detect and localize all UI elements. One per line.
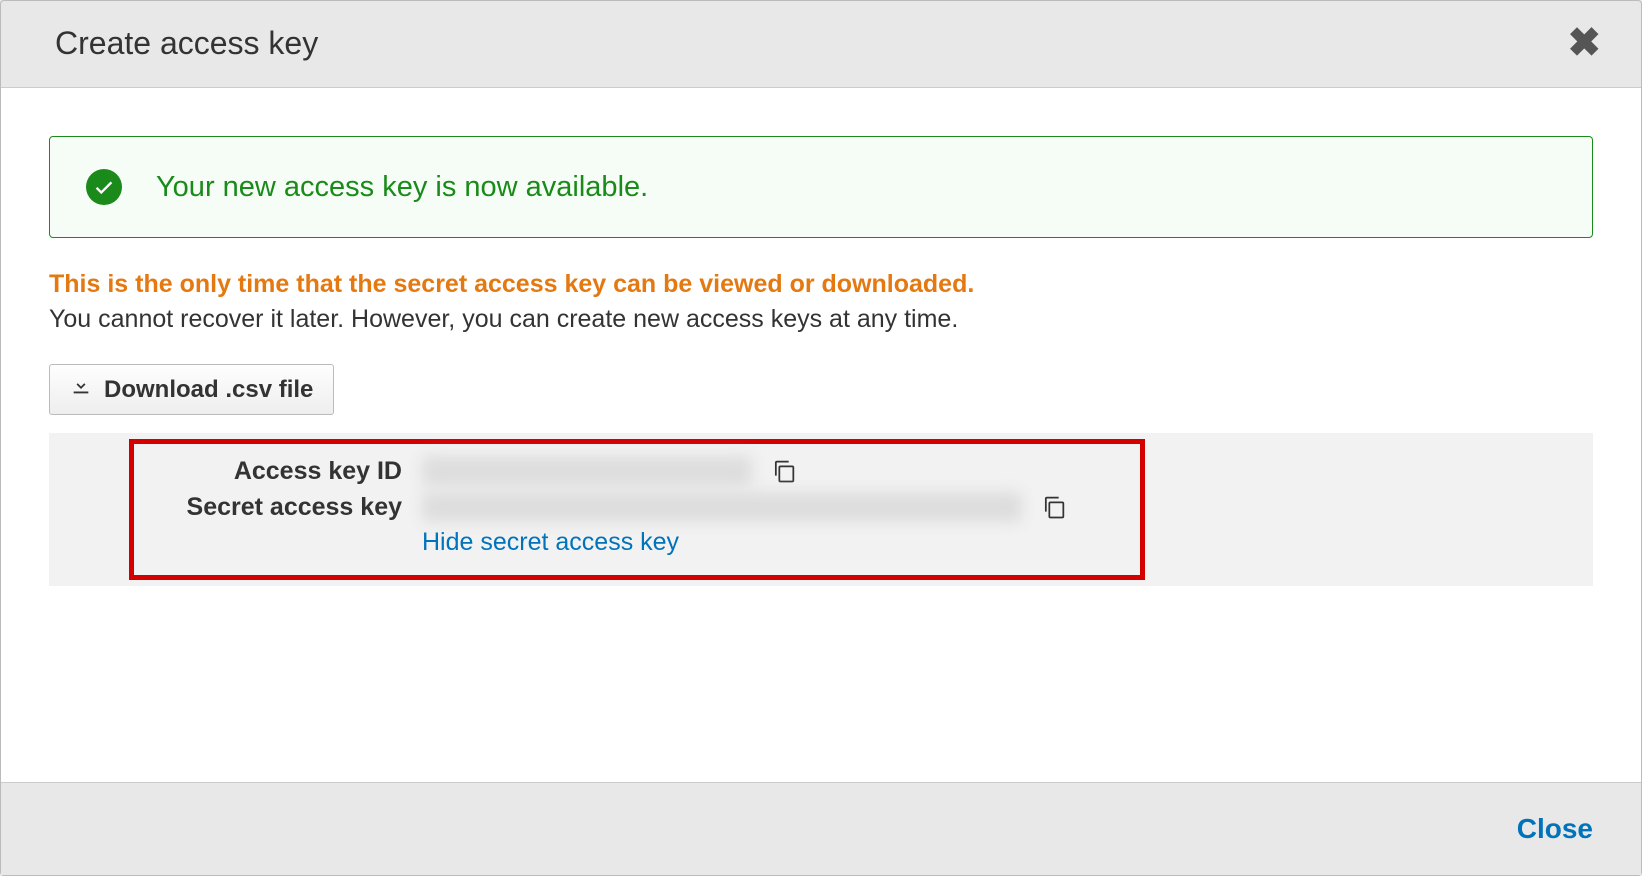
- close-icon[interactable]: ✖: [1557, 23, 1611, 63]
- secret-access-key-value-area: [422, 492, 1068, 522]
- secret-access-key-value-blurred: [422, 492, 1022, 522]
- hide-secret-access-key-link[interactable]: Hide secret access key: [422, 528, 1110, 557]
- create-access-key-modal: Create access key ✖ Your new access key …: [0, 0, 1642, 876]
- modal-body: Your new access key is now available. Th…: [1, 88, 1641, 782]
- modal-footer: Close: [1, 782, 1641, 875]
- highlighted-keys-box: Access key ID Secret access key: [129, 439, 1145, 580]
- modal-header: Create access key ✖: [1, 1, 1641, 88]
- download-csv-button[interactable]: Download .csv file: [49, 364, 334, 415]
- info-text: You cannot recover it later. However, yo…: [49, 305, 1593, 334]
- copy-access-key-id-icon[interactable]: [770, 457, 798, 485]
- access-key-id-value-area: [422, 456, 798, 486]
- secret-access-key-label: Secret access key: [164, 493, 422, 522]
- copy-secret-access-key-icon[interactable]: [1040, 493, 1068, 521]
- access-key-id-value-blurred: [422, 456, 752, 486]
- close-button[interactable]: Close: [1517, 813, 1593, 845]
- warning-text: This is the only time that the secret ac…: [49, 270, 1593, 299]
- secret-access-key-row: Secret access key: [164, 492, 1110, 522]
- access-key-id-row: Access key ID: [164, 456, 1110, 486]
- key-panel: Access key ID Secret access key: [49, 433, 1593, 586]
- success-check-icon: [86, 169, 122, 205]
- access-key-id-label: Access key ID: [164, 457, 422, 486]
- success-message: Your new access key is now available.: [156, 171, 648, 204]
- success-banner: Your new access key is now available.: [49, 136, 1593, 238]
- download-icon: [70, 375, 92, 404]
- download-button-label: Download .csv file: [104, 376, 313, 404]
- modal-title: Create access key: [55, 25, 318, 62]
